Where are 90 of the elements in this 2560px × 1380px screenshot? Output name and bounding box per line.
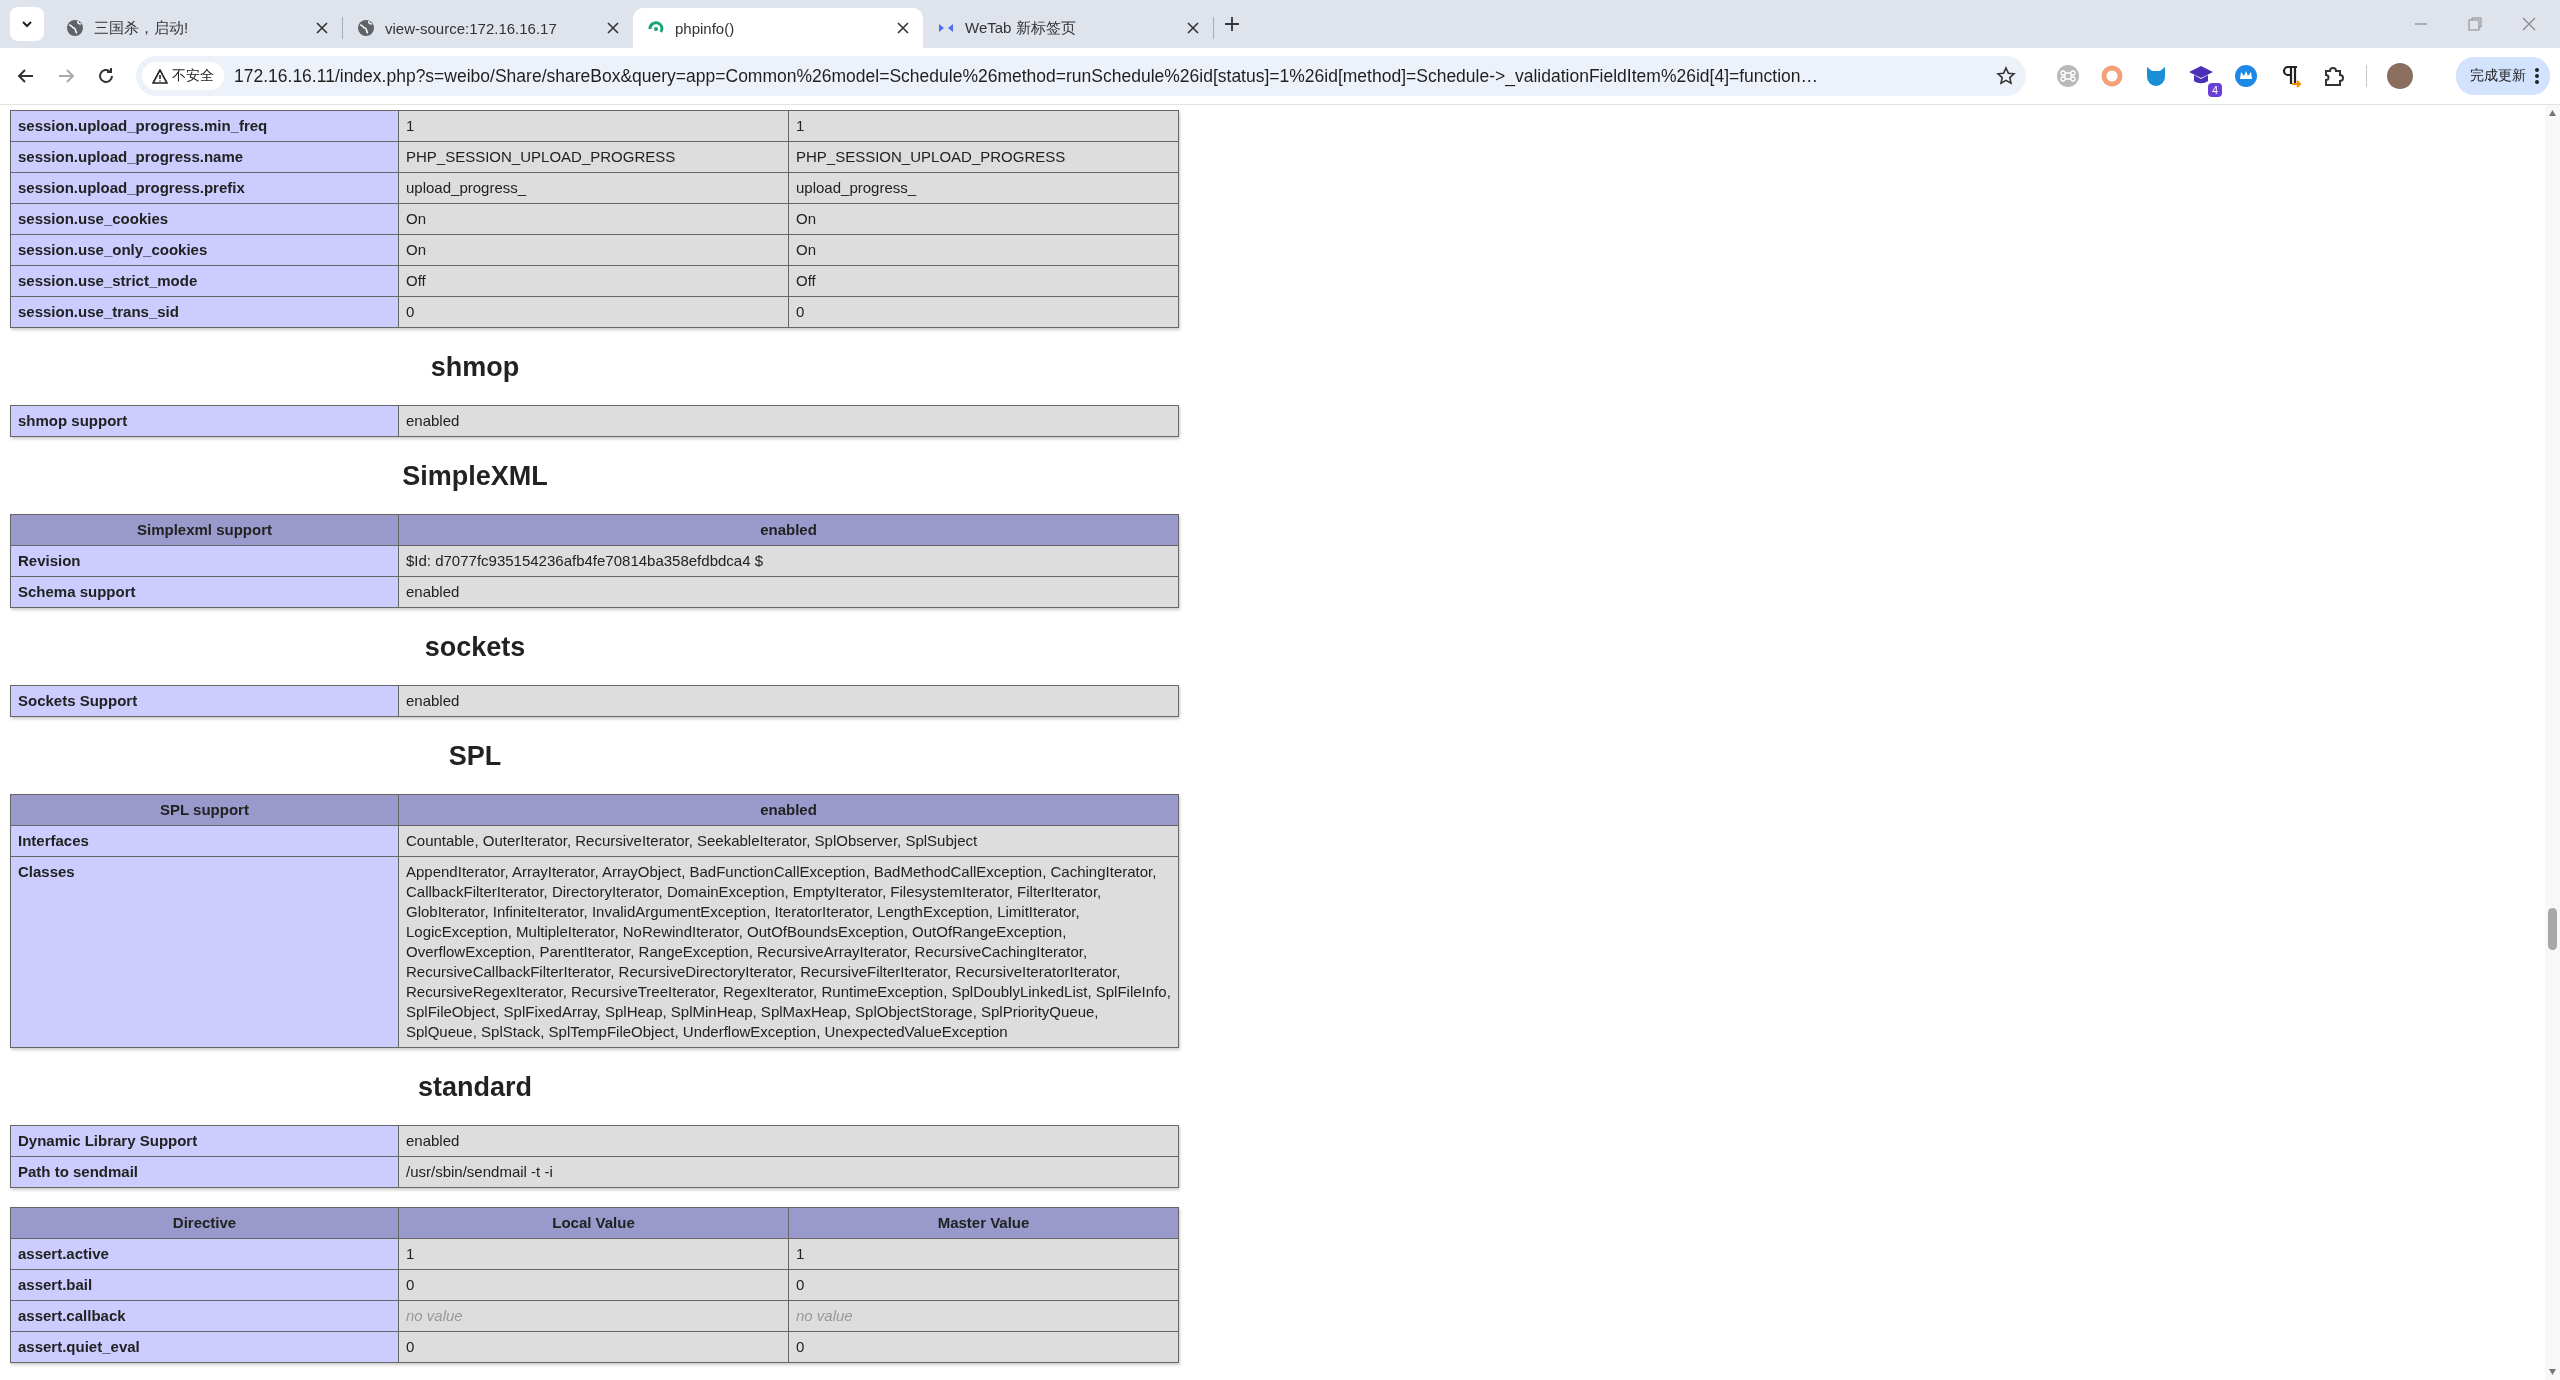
value-cell: enabled — [398, 1125, 1179, 1157]
close-icon[interactable] — [607, 22, 619, 34]
url-text: 172.16.16.11/index.php?s=weibo/Share/shareBox&query=app=Common%26model=Schedule%26method=runSchedule%26id[status]=1%26id[method]=Schedule->_validationFieldItem%26id[4]=function… — [234, 65, 1819, 87]
value-cell: enabled — [398, 685, 1179, 717]
column-header: enabled — [398, 794, 1179, 826]
value-cell: Off — [788, 265, 1179, 297]
puzzle-icon[interactable] — [2322, 64, 2346, 88]
directive-cell: Dynamic Library Support — [10, 1125, 399, 1157]
directive-cell: Revision — [10, 545, 399, 577]
scroll-thumb[interactable] — [2548, 908, 2557, 950]
security-chip[interactable]: 不安全 — [142, 62, 224, 90]
browser-tab[interactable]: view-source:172.16.16.17 — [343, 8, 633, 48]
value-cell: 1 — [398, 1238, 789, 1270]
value-cell: 0 — [398, 296, 789, 328]
crown-icon[interactable] — [2234, 64, 2258, 88]
value-cell: /usr/sbin/sendmail -t -i — [398, 1156, 1179, 1188]
reload-icon[interactable] — [97, 67, 115, 85]
directive-cell: session.upload_progress.min_freq — [10, 110, 399, 142]
value-cell: 1 — [788, 1238, 1179, 1270]
close-icon[interactable] — [897, 22, 909, 34]
browser-tab[interactable]: WeTab 新标签页 — [923, 8, 1213, 48]
column-header: Master Value — [788, 1207, 1179, 1239]
directive-cell: session.upload_progress.name — [10, 141, 399, 173]
column-header: Local Value — [398, 1207, 789, 1239]
value-cell: enabled — [398, 576, 1179, 608]
value-cell: On — [788, 234, 1179, 266]
value-cell: upload_progress_ — [398, 172, 789, 204]
value-cell: Countable, OuterIterator, RecursiveIterator, SeekableIterator, SplObserver, SplSubject — [398, 825, 1179, 857]
directive-cell: Classes — [10, 856, 399, 1048]
value-cell: 1 — [788, 110, 1179, 142]
value-cell: On — [788, 203, 1179, 235]
column-header: Simplexml support — [10, 514, 399, 546]
close-icon[interactable] — [316, 22, 328, 34]
section-heading: SimpleXML — [402, 460, 548, 493]
update-button[interactable]: 完成更新 — [2456, 57, 2550, 95]
warning-icon — [152, 68, 168, 84]
browser-tab[interactable]: 三国杀，启动! — [52, 8, 342, 48]
directive-cell: session.use_strict_mode — [10, 265, 399, 297]
directive-cell: assert.quiet_eval — [10, 1331, 399, 1363]
avatar[interactable] — [2387, 63, 2413, 89]
value-cell: 0 — [788, 296, 1179, 328]
column-header: enabled — [398, 514, 1179, 546]
value-cell: PHP_SESSION_UPLOAD_PROGRESS — [398, 141, 789, 173]
section-heading: standard — [418, 1071, 532, 1104]
more-icon — [2534, 67, 2540, 85]
count-badge: 4 — [2207, 83, 2222, 97]
scroll-down-icon[interactable] — [2548, 1368, 2557, 1376]
value-cell: 0 — [398, 1331, 789, 1363]
directive-cell: Sockets Support — [10, 685, 399, 717]
column-header: SPL support — [10, 794, 399, 826]
directive-cell: shmop support — [10, 405, 399, 437]
value-cell: no value — [788, 1300, 1179, 1332]
value-cell: 1 — [398, 110, 789, 142]
directive-cell: Interfaces — [10, 825, 399, 857]
value-cell: 0 — [398, 1269, 789, 1301]
section-heading: shmop — [430, 351, 520, 384]
scrollbar[interactable] — [2545, 105, 2560, 1380]
value-cell: AppendIterator, ArrayIterator, ArrayObject, BadFunctionCallException, BadMethodCallException, CachingIterator, CallbackFilterIterator, DirectoryIterator, DomainException, EmptyIterator, FilesystemIterator, FilterIterator, GlobIterator, InfiniteIterator, InvalidArgumentException, IteratorIterator, LengthException, LimitIterator, LogicException, MultipleIterator, NoRewindIterator, OutOfBoundsException, OutOfRangeException, OverflowException, ParentIterator, RangeException, RecursiveArrayIterator, RecursiveCachingIterator, RecursiveCallbackFilterIterator, RecursiveDirectoryIterator, RecursiveFilterIterator, RecursiveIteratorIterator, RecursiveRegexIterator, RecursiveTreeIterator, RegexIterator, RuntimeException, SplDoublyLinkedList, SplFileInfo, SplFileObject, SplFixedArray, SplHeap, SplMinHeap, SplMaxHeap, SplObjectStorage, SplPriorityQueue, SplQueue, SplStack, SplTempFileObject, UnderflowException, UnexpectedValueException — [398, 856, 1179, 1048]
browser-tab[interactable]: phpinfo() — [633, 8, 923, 48]
directive-cell: session.use_trans_sid — [10, 296, 399, 328]
directive-cell: session.use_cookies — [10, 203, 399, 235]
value-cell: 0 — [788, 1269, 1179, 1301]
value-cell: 0 — [788, 1331, 1179, 1363]
cat-icon[interactable] — [2144, 64, 2168, 88]
section-heading: SPL — [448, 740, 502, 773]
value-cell: no value — [398, 1300, 789, 1332]
value-cell: On — [398, 234, 789, 266]
scroll-up-icon[interactable] — [2548, 109, 2557, 117]
globe-icon — [357, 19, 375, 37]
close-icon[interactable] — [1187, 22, 1199, 34]
directive-cell: session.use_only_cookies — [10, 234, 399, 266]
back-icon[interactable] — [17, 67, 35, 85]
directive-cell: Path to sendmail — [10, 1156, 399, 1188]
value-cell: PHP_SESSION_UPLOAD_PROGRESS — [788, 141, 1179, 173]
directive-cell: session.upload_progress.prefix — [10, 172, 399, 204]
new-tab-icon[interactable] — [1224, 16, 1240, 32]
value-cell: enabled — [398, 405, 1179, 437]
value-cell: $Id: d7077fc935154236afb4fe70814ba358efdbdca4 $ — [398, 545, 1179, 577]
address-bar[interactable]: 不安全 172.16.16.11/index.php?s=weibo/Share/shareBox&query=app=Common%26model=Schedule%26method=runSchedule%26id[status]=1%26id[method]=Schedule->_validationFieldItem%26id[4]=function… — [136, 56, 2026, 96]
value-cell: upload_progress_ — [788, 172, 1179, 204]
globe-icon — [66, 19, 84, 37]
directive-cell: assert.callback — [10, 1300, 399, 1332]
directive-cell: assert.bail — [10, 1269, 399, 1301]
column-header: Directive — [10, 1207, 399, 1239]
value-cell: On — [398, 203, 789, 235]
star-icon[interactable] — [1996, 66, 2016, 86]
value-cell: Off — [398, 265, 789, 297]
directive-cell: assert.active — [10, 1238, 399, 1270]
section-heading: sockets — [424, 631, 526, 664]
directive-cell: Schema support — [10, 576, 399, 608]
